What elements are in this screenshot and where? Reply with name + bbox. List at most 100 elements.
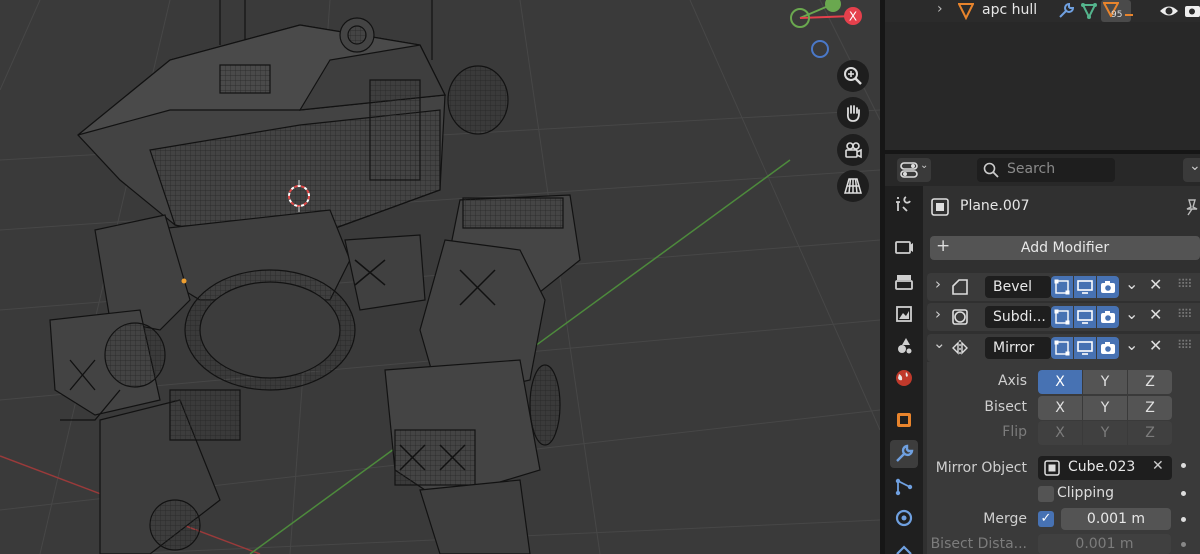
monitor-icon (1077, 310, 1093, 324)
tab-constraints[interactable] (890, 535, 918, 554)
edit-mode-toggle[interactable] (1051, 306, 1073, 328)
expand-chevron-icon[interactable]: › (937, 1, 943, 17)
editor-type-dropdown[interactable]: ⌄ (897, 158, 931, 182)
bisect-z-toggle[interactable]: Z (1128, 396, 1172, 420)
flip-z-toggle[interactable]: Z (1128, 421, 1172, 445)
clipping-checkbox[interactable] (1038, 486, 1054, 502)
chevron-down-icon[interactable]: ⌄ (1125, 274, 1138, 293)
tab-object[interactable] (890, 406, 918, 434)
axis-y-toggle[interactable]: Y (1083, 370, 1127, 394)
properties-editor: ⌄ Search ⌄ Plane.007 + Add Modifier › Be… (885, 154, 1200, 554)
tab-particles[interactable] (890, 473, 918, 501)
pan-button[interactable] (837, 97, 869, 129)
pin-icon[interactable] (1185, 198, 1199, 216)
clear-icon[interactable]: ✕ (1152, 458, 1164, 474)
tab-output[interactable] (890, 268, 918, 296)
clipping-label: Clipping (1057, 485, 1114, 501)
tab-tool[interactable] (890, 190, 918, 218)
object-name: Plane.007 (960, 198, 1030, 214)
render-toggle[interactable] (1097, 306, 1119, 328)
particles-icon (895, 478, 913, 496)
collapse-chevron-icon[interactable]: ⌄ (933, 334, 946, 352)
search-placeholder: Search (1007, 161, 1056, 177)
flip-x-toggle[interactable]: X (1038, 421, 1082, 445)
chevron-down-icon[interactable]: ⌄ (1125, 335, 1138, 354)
edit-mode-icon (1054, 279, 1070, 295)
close-icon[interactable]: ✕ (1149, 275, 1162, 294)
edit-mode-toggle[interactable] (1051, 276, 1073, 298)
subdivision-modifier-icon (952, 309, 968, 325)
bisect-distance-value: 0.001 m (1075, 536, 1134, 552)
chevron-down-icon: ⌄ (1189, 158, 1200, 174)
merge-distance-field[interactable]: 0.001 m (1061, 508, 1171, 530)
drag-handle-icon[interactable]: ⠿⠿ (1177, 338, 1193, 352)
outliner-row[interactable]: › apc hull 95 (885, 0, 1200, 22)
render-icon (895, 241, 913, 254)
modifier-name-field[interactable]: Mirror (985, 337, 1051, 359)
render-toggle[interactable] (1097, 276, 1119, 298)
zoom-button[interactable] (837, 60, 869, 92)
tab-world[interactable] (890, 364, 918, 392)
options-dropdown[interactable]: ⌄ (1183, 158, 1200, 182)
bevel-modifier-icon (952, 279, 968, 295)
tab-render[interactable] (890, 233, 918, 261)
viewport-display-toggle[interactable] (1074, 306, 1096, 328)
perspective-toggle-button[interactable] (837, 170, 869, 202)
keyframe-dot-icon[interactable] (1181, 517, 1186, 522)
3d-viewport[interactable]: X (0, 0, 880, 554)
tab-modifiers[interactable] (890, 440, 918, 468)
tab-physics[interactable] (890, 504, 918, 532)
zoom-icon (844, 67, 862, 85)
modifier-name-field[interactable]: Subdi... (985, 306, 1051, 328)
tab-scene[interactable] (890, 332, 918, 360)
chevron-down-icon[interactable]: ⌄ (1125, 304, 1138, 323)
bisect-y-toggle[interactable]: Y (1083, 396, 1127, 420)
keyframe-dot-icon[interactable] (1181, 463, 1186, 468)
wrench-icon[interactable] (1057, 2, 1075, 20)
search-icon (983, 162, 999, 178)
add-modifier-button[interactable]: + Add Modifier (930, 236, 1200, 260)
mech-model (49, 0, 581, 554)
flip-y-toggle[interactable]: Y (1083, 421, 1127, 445)
mirror-object-field[interactable]: Cube.023 ✕ (1038, 456, 1172, 480)
search-input[interactable]: Search (977, 158, 1115, 182)
close-icon[interactable]: ✕ (1149, 305, 1162, 324)
object-data-icon (931, 198, 949, 216)
modifier-name-field[interactable]: Bevel (985, 276, 1051, 298)
edit-mode-toggle[interactable] (1051, 337, 1073, 359)
camera-icon (1101, 281, 1115, 293)
navigation-gizmo[interactable]: X (770, 0, 870, 64)
viewport-display-toggle[interactable] (1074, 276, 1096, 298)
camera-icon (1101, 342, 1115, 354)
outliner: › apc hull 95 (885, 0, 1200, 150)
axis-z-toggle[interactable]: Z (1128, 370, 1172, 394)
merge-checkbox[interactable]: ✓ (1038, 511, 1054, 527)
drag-handle-icon[interactable]: ⠿⠿ (1177, 307, 1193, 321)
viewport-display-toggle[interactable] (1074, 337, 1096, 359)
expand-chevron-icon[interactable]: › (935, 275, 941, 293)
render-toggle[interactable] (1097, 337, 1119, 359)
modifier-panel-subdivision[interactable]: › Subdi... ⌄ ✕ ⠿⠿ (927, 303, 1200, 331)
bisect-distance-field[interactable]: 0.001 m (1038, 534, 1171, 554)
object-data-icon (1044, 460, 1060, 476)
modifier-panel-mirror[interactable]: ⌄ Mirror ⌄ ✕ ⠿⠿ (927, 334, 1200, 362)
camera-render-icon[interactable] (1184, 2, 1200, 20)
bisect-x-toggle[interactable]: X (1038, 396, 1082, 420)
drag-handle-icon[interactable]: ⠿⠿ (1177, 277, 1193, 291)
tab-view-layer[interactable] (890, 300, 918, 328)
vertex-group-icon[interactable] (1080, 2, 1098, 20)
keyframe-dot-icon[interactable] (1181, 542, 1186, 547)
output-icon (895, 275, 913, 290)
mesh-data-badge[interactable]: 95 (1101, 0, 1131, 22)
plus-icon: + (936, 236, 951, 256)
keyframe-dot-icon[interactable] (1181, 491, 1186, 496)
axis-x-toggle[interactable]: X (1038, 370, 1082, 394)
object-icon (897, 413, 911, 427)
modifier-panel-bevel[interactable]: › Bevel ⌄ ✕ ⠿⠿ (927, 273, 1200, 301)
scene-icon (898, 338, 912, 354)
eye-icon[interactable] (1159, 2, 1179, 20)
expand-chevron-icon[interactable]: › (935, 305, 941, 323)
close-icon[interactable]: ✕ (1149, 336, 1162, 355)
camera-view-button[interactable] (837, 134, 869, 166)
viewport-scene (0, 0, 880, 554)
